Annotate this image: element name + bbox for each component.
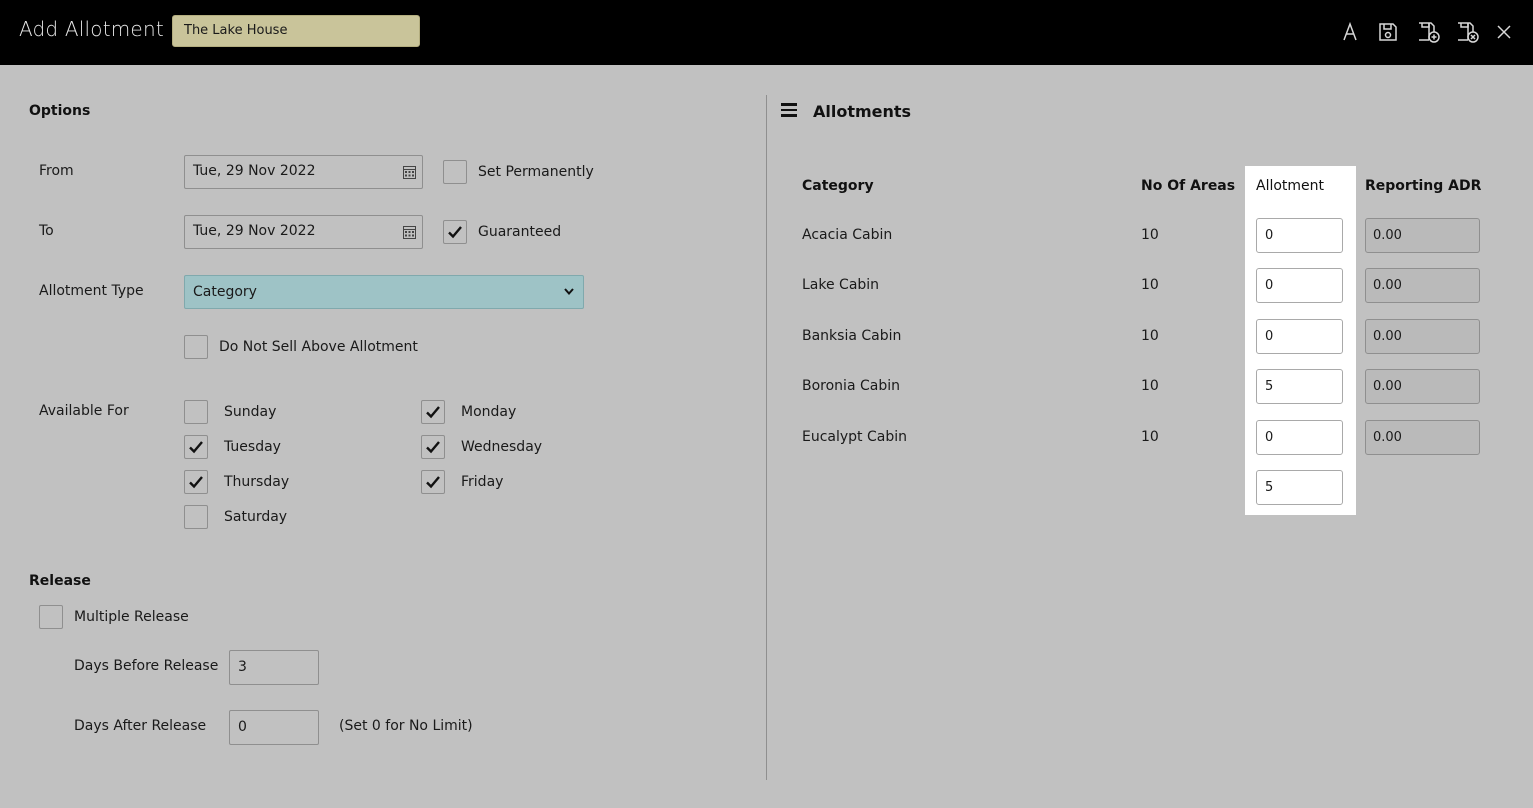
to-date-value: Tue, 29 Nov 2022 — [193, 223, 316, 239]
multiple-release-checkbox[interactable] — [39, 605, 63, 629]
set-permanently-checkbox[interactable] — [443, 160, 467, 184]
calendar-icon[interactable] — [403, 225, 416, 239]
areas-cell: 10 — [1141, 429, 1159, 445]
allotment-type-select[interactable]: Category — [184, 275, 584, 309]
column-header-reporting-adr: Reporting ADR — [1365, 178, 1482, 194]
reporting-adr-field: 0.00 — [1365, 420, 1480, 455]
hamburger-menu-icon[interactable] — [781, 103, 797, 117]
tuesday-label: Tuesday — [224, 439, 281, 455]
from-label: From — [39, 163, 74, 179]
guaranteed-label: Guaranteed — [478, 224, 562, 240]
allotment-type-label: Allotment Type — [39, 283, 144, 299]
thursday-label: Thursday — [224, 474, 290, 490]
font-icon[interactable] — [1337, 18, 1363, 46]
saturday-label: Saturday — [224, 509, 288, 525]
release-section-title: Release — [29, 573, 91, 589]
to-date-field[interactable]: Tue, 29 Nov 2022 — [184, 215, 423, 249]
friday-checkbox[interactable] — [421, 470, 445, 494]
days-after-release-input[interactable]: 0 — [229, 710, 319, 745]
checkmark-icon — [189, 441, 203, 454]
options-section-title: Options — [29, 103, 91, 119]
set-permanently-label: Set Permanently — [478, 164, 594, 180]
category-cell: Boronia Cabin — [802, 378, 900, 394]
available-for-label: Available For — [39, 403, 129, 419]
chevron-down-icon — [564, 288, 574, 296]
save-icon[interactable] — [1375, 18, 1401, 46]
close-icon[interactable] — [1491, 18, 1517, 46]
column-header-no-of-areas: No Of Areas — [1141, 178, 1236, 194]
days-before-release-input[interactable]: 3 — [229, 650, 319, 685]
checkmark-icon — [448, 226, 462, 239]
checkmark-icon — [426, 441, 440, 454]
checkmark-icon — [426, 476, 440, 489]
panel-divider — [766, 95, 767, 780]
areas-cell: 10 — [1141, 328, 1159, 344]
reporting-adr-field: 0.00 — [1365, 268, 1480, 303]
monday-checkbox[interactable] — [421, 400, 445, 424]
column-header-allotment: Allotment — [1256, 178, 1325, 194]
guaranteed-checkbox[interactable] — [443, 220, 467, 244]
reporting-adr-field: 0.00 — [1365, 218, 1480, 253]
days-after-release-label: Days After Release — [74, 718, 207, 734]
areas-cell: 10 — [1141, 227, 1159, 243]
sunday-checkbox[interactable] — [184, 400, 208, 424]
days-before-release-label: Days Before Release — [74, 658, 219, 674]
checkmark-icon — [189, 476, 203, 489]
allotment-input[interactable]: 0 — [1256, 268, 1343, 303]
allotment-input[interactable]: 0 — [1256, 420, 1343, 455]
friday-label: Friday — [461, 474, 504, 490]
do-not-sell-label: Do Not Sell Above Allotment — [219, 339, 418, 355]
from-date-field[interactable]: Tue, 29 Nov 2022 — [184, 155, 423, 189]
from-date-value: Tue, 29 Nov 2022 — [193, 163, 316, 179]
calendar-icon[interactable] — [403, 165, 416, 179]
total-allotment-field: 5 — [1256, 470, 1343, 505]
allotment-input[interactable]: 0 — [1256, 319, 1343, 354]
allotment-input[interactable]: 0 — [1256, 218, 1343, 253]
page-title: Add Allotment — [19, 17, 164, 41]
category-cell: Lake Cabin — [802, 277, 880, 293]
thursday-checkbox[interactable] — [184, 470, 208, 494]
property-name-field[interactable]: The Lake House — [172, 15, 420, 47]
days-after-release-hint: (Set 0 for No Limit) — [339, 718, 473, 734]
multiple-release-label: Multiple Release — [74, 609, 189, 625]
category-cell: Acacia Cabin — [802, 227, 893, 243]
save-add-icon[interactable] — [1416, 18, 1442, 46]
to-label: To — [39, 223, 54, 239]
sunday-label: Sunday — [224, 404, 277, 420]
allotment-type-value: Category — [193, 284, 257, 300]
checkmark-icon — [426, 406, 440, 419]
tuesday-checkbox[interactable] — [184, 435, 208, 459]
areas-cell: 10 — [1141, 277, 1159, 293]
reporting-adr-field: 0.00 — [1365, 369, 1480, 404]
reporting-adr-field: 0.00 — [1365, 319, 1480, 354]
save-close-icon[interactable] — [1455, 18, 1481, 46]
do-not-sell-checkbox[interactable] — [184, 335, 208, 359]
wednesday-checkbox[interactable] — [421, 435, 445, 459]
wednesday-label: Wednesday — [461, 439, 543, 455]
allotments-title: Allotments — [813, 102, 912, 121]
allotment-input[interactable]: 5 — [1256, 369, 1343, 404]
areas-cell: 10 — [1141, 378, 1159, 394]
column-header-category: Category — [802, 178, 874, 194]
category-cell: Banksia Cabin — [802, 328, 902, 344]
saturday-checkbox[interactable] — [184, 505, 208, 529]
monday-label: Monday — [461, 404, 517, 420]
category-cell: Eucalypt Cabin — [802, 429, 907, 445]
top-bar: Add Allotment The Lake House — [0, 0, 1533, 65]
